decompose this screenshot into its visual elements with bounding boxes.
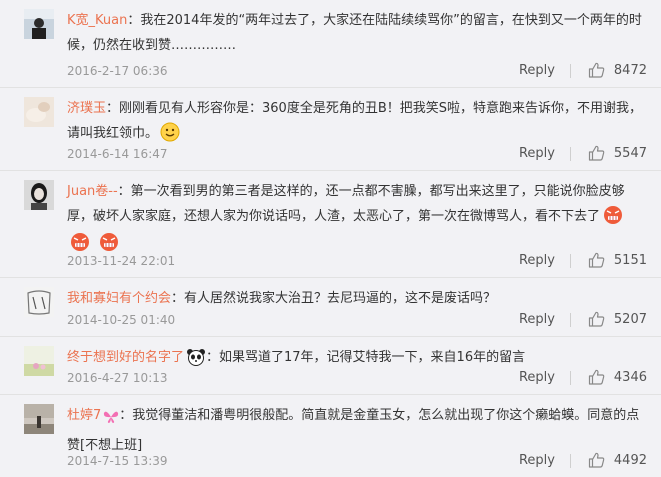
like-button[interactable]: 4346	[571, 367, 647, 389]
comment-item: 杜婷7 ：我觉得董洁和潘粤明很般配。简直就是金童玉女，怎么就出现了你这个癞蛤蟆。同…	[0, 395, 661, 477]
comment-text: ：第一次看到男的第三者是这样的，还一点都不害臊，都写出来这里了，只能说你脸皮够厚…	[67, 184, 625, 224]
like-button[interactable]: 5547	[571, 143, 647, 165]
comment-text: ：有人居然说我家大治丑？去尼玛逼的，这不是废话吗？	[171, 291, 497, 306]
comment-text: ：如果骂道了17年，记得艾特我一下，来自16年的留言	[206, 350, 526, 365]
reply-button[interactable]: Reply	[519, 60, 555, 82]
thumbs-up-icon	[588, 145, 605, 161]
like-button[interactable]: 5151	[571, 250, 647, 272]
comment-timestamp: 2014-7-15 13:39	[67, 454, 168, 468]
like-count: 4346	[613, 370, 647, 385]
reply-button[interactable]: Reply	[519, 143, 555, 165]
like-count: 5547	[613, 146, 647, 161]
avatar[interactable]	[24, 9, 54, 39]
avatar[interactable]	[24, 346, 54, 376]
like-button[interactable]: 5207	[571, 309, 647, 331]
angry-emoji	[602, 205, 624, 234]
reply-button[interactable]: Reply	[519, 367, 555, 389]
thumbs-up-icon	[588, 252, 605, 268]
reply-button[interactable]: Reply	[519, 309, 555, 331]
thumbs-up-icon	[588, 369, 605, 385]
avatar[interactable]	[24, 287, 54, 317]
comment-body: 我和寡妇有个约会：有人居然说我家大治丑？去尼玛逼的，这不是废话吗？	[67, 286, 647, 311]
comment-username[interactable]: Juan卷--	[67, 184, 118, 199]
like-button[interactable]: 8472	[571, 60, 647, 82]
comment-text: ：刚刚看见有人形容你是：360度全是死角的丑B！把我笑S啦，特意跑来告诉你，不用…	[67, 101, 642, 141]
butterfly-icon	[103, 408, 119, 433]
comment-footer: 2014-7-15 13:39 Reply 4492	[67, 450, 647, 472]
comment-footer: 2013-11-24 22:01 Reply 5151	[67, 250, 647, 272]
comment-timestamp: 2014-6-14 16:47	[67, 147, 168, 161]
comment-timestamp: 2016-2-17 06:36	[67, 64, 168, 78]
comment-timestamp: 2016-4-27 10:13	[67, 371, 168, 385]
thumbs-up-icon	[588, 452, 605, 468]
thumbs-up-icon	[588, 62, 605, 78]
like-count: 5207	[613, 312, 647, 327]
comment-timestamp: 2013-11-24 22:01	[67, 254, 176, 268]
comment-body: Juan卷--：第一次看到男的第三者是这样的，还一点都不害臊，都写出来这里了，只…	[67, 179, 647, 258]
reply-button[interactable]: Reply	[519, 450, 555, 472]
comment-text: ：我觉得董洁和潘粤明很般配。简直就是金童玉女，怎么就出现了你这个癞蛤蟆。同意的点…	[67, 408, 640, 453]
comment-list: K宽_Kuan：我在2014年发的“两年过去了，大家还在陆陆续续骂你”的留言，在…	[0, 0, 661, 477]
avatar[interactable]	[24, 404, 54, 434]
like-count: 5151	[613, 253, 647, 268]
comment-item: 终于想到好的名字了 ：如果骂道了17年，记得艾特我一下，来自16年的留言 2016…	[0, 337, 661, 395]
comment-footer: 2014-6-14 16:47 Reply 5547	[67, 143, 647, 165]
comment-username[interactable]: 我和寡妇有个约会	[67, 291, 171, 306]
comment-footer: 2016-4-27 10:13 Reply 4346	[67, 367, 647, 389]
comment-username[interactable]: 终于想到好的名字了	[67, 350, 184, 365]
comment-item: K宽_Kuan：我在2014年发的“两年过去了，大家还在陆陆续续骂你”的留言，在…	[0, 0, 661, 88]
comment-body: K宽_Kuan：我在2014年发的“两年过去了，大家还在陆陆续续骂你”的留言，在…	[67, 8, 647, 58]
comment-username[interactable]: 杜婷7	[67, 408, 101, 423]
like-button[interactable]: 4492	[571, 450, 647, 472]
comment-footer: 2014-10-25 01:40 Reply 5207	[67, 309, 647, 331]
comment-item: Juan卷--：第一次看到男的第三者是这样的，还一点都不害臊，都写出来这里了，只…	[0, 171, 661, 278]
comment-footer: 2016-2-17 06:36 Reply 8472	[67, 60, 647, 82]
comment-username[interactable]: 济璞玉	[67, 101, 106, 116]
like-count: 4492	[613, 453, 647, 468]
comment-timestamp: 2014-10-25 01:40	[67, 313, 176, 327]
thumbs-up-icon	[588, 311, 605, 327]
avatar[interactable]	[24, 97, 54, 127]
comment-item: 我和寡妇有个约会：有人居然说我家大治丑？去尼玛逼的，这不是废话吗？ 2014-1…	[0, 278, 661, 337]
avatar[interactable]	[24, 180, 54, 210]
comment-item: 济璞玉：刚刚看见有人形容你是：360度全是死角的丑B！把我笑S啦，特意跑来告诉你…	[0, 88, 661, 171]
comment-text: ：我在2014年发的“两年过去了，大家还在陆陆续续骂你”的留言，在快到又一个两年…	[67, 13, 642, 53]
like-count: 8472	[613, 63, 647, 78]
comment-username[interactable]: K宽_Kuan	[67, 13, 127, 28]
reply-button[interactable]: Reply	[519, 250, 555, 272]
